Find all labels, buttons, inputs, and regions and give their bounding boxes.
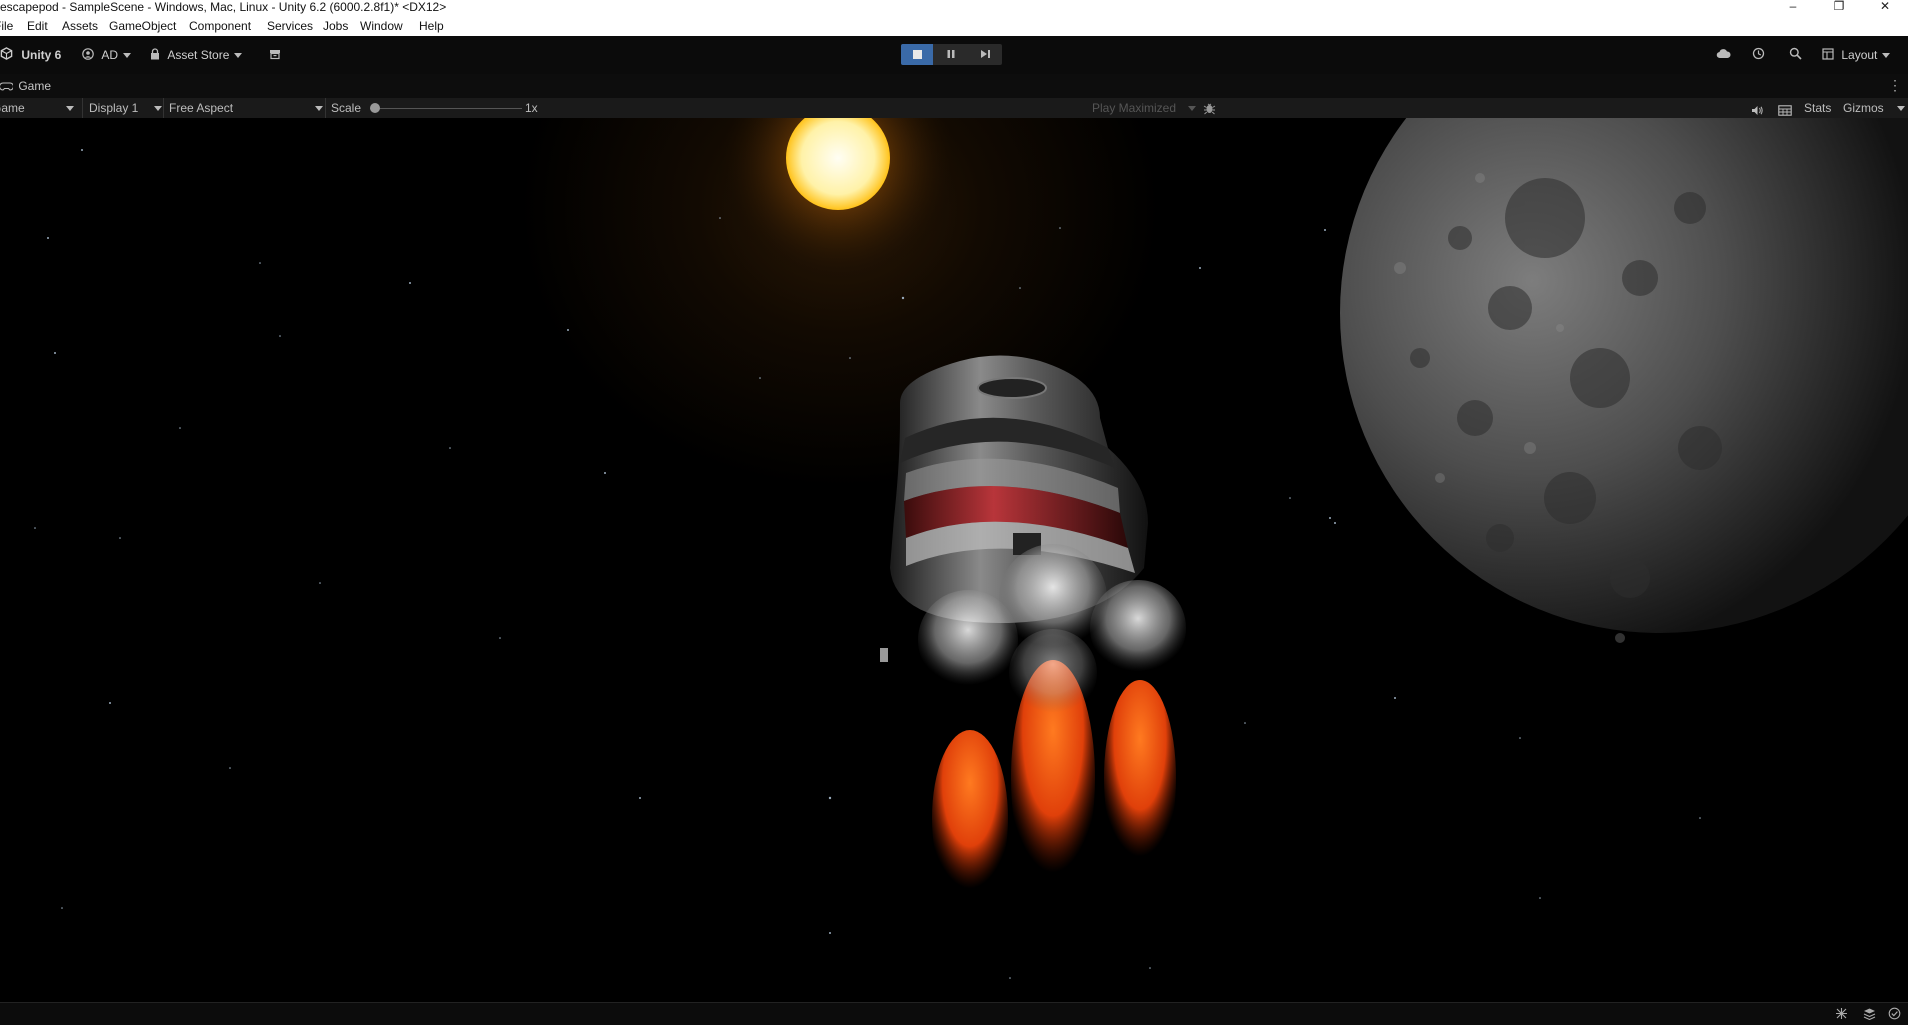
chevron-down-icon [154,106,162,111]
pause-button[interactable] [935,44,967,65]
shortcuts-button[interactable] [1778,98,1794,118]
maximize-button[interactable]: ❐ [1818,0,1860,16]
tab-options-button[interactable]: ⋮ [1888,77,1902,94]
menu-edit[interactable]: Edit [27,16,48,36]
kebab-menu-icon: ⋮ [1888,77,1902,93]
layout-label: Layout [1841,48,1878,62]
tab-game-label: Game [18,79,52,93]
chevron-down-icon [66,106,74,111]
frame-debugger-button[interactable] [1203,98,1219,118]
chevron-down-icon [234,53,243,59]
slider-thumb[interactable] [370,103,380,113]
menu-jobs[interactable]: Jobs [323,16,348,36]
view-mode-dropdown[interactable]: Game [0,98,76,118]
chevron-down-icon [1188,106,1196,111]
close-button[interactable]: ✕ [1864,0,1906,16]
play-stop-button[interactable] [901,44,933,65]
layout-dropdown[interactable]: Layout [1822,47,1891,64]
mute-audio-button[interactable] [1751,98,1767,118]
play-maximized-dropdown[interactable]: Play Maximized [1092,98,1196,118]
chevron-down-icon [315,106,323,111]
chevron-down-icon [1897,106,1905,111]
menu-file[interactable]: File [0,16,13,36]
aspect-dropdown[interactable]: Free Aspect [169,98,323,118]
game-scene [34,118,1908,979]
search-button[interactable] [1789,47,1802,63]
window-title: escapepod - SampleScene - Windows, Mac, … [0,0,447,14]
status-bar [0,1002,1908,1025]
cloud-button[interactable] [1716,47,1731,63]
package-icon [269,48,281,64]
unity-label: Unity 6 [21,48,62,62]
cloud-icon [1716,48,1731,62]
menu-window[interactable]: Window [360,16,403,36]
stats-button[interactable]: Stats [1804,98,1831,118]
chevron-down-icon [1882,53,1891,59]
divider [163,98,164,118]
search-icon [1789,47,1802,63]
gizmos-label: Gizmos [1843,101,1884,115]
view-mode-label: Game [0,101,25,115]
play-controls [901,44,1002,65]
stop-icon [912,50,922,59]
moon [1340,118,1908,643]
slider-track [370,108,522,109]
display-label: Display 1 [89,101,139,115]
minimize-button[interactable]: – [1772,0,1814,16]
unity-logo-icon [0,47,13,64]
layout-icon [1822,48,1834,64]
step-button[interactable] [969,44,1001,65]
menu-bar: File Edit Assets GameObject Component Se… [0,16,1908,36]
asset-store-label: Asset Store [167,48,230,62]
history-button[interactable] [1752,47,1765,63]
menu-gameobject[interactable]: GameObject [109,16,176,36]
scale-value: 1x [525,101,538,115]
menu-help[interactable]: Help [419,16,444,36]
package-manager-button[interactable] [269,47,281,63]
scale-slider[interactable] [370,98,522,118]
network-icon[interactable] [1834,1007,1848,1021]
pause-icon [946,48,956,62]
menu-services[interactable]: Services [267,16,313,36]
tab-game[interactable]: Game [0,78,51,94]
display-dropdown[interactable]: Display 1 [89,98,162,118]
gizmos-dropdown[interactable]: Gizmos [1843,98,1905,118]
account-dropdown[interactable]: AD [82,47,132,64]
check-circle-icon[interactable] [1887,1007,1901,1021]
window-title-bar: escapepod - SampleScene - Windows, Mac, … [0,0,1908,16]
play-maximized-label: Play Maximized [1092,101,1177,115]
chevron-down-icon [123,53,132,59]
thruster-flames [918,544,1186,906]
lock-icon [150,48,160,64]
game-controller-icon [0,79,15,95]
game-view-toolbar: Game Display 1 Free Aspect Scale 1x Play… [0,98,1908,118]
sun [713,118,963,283]
scale-label: Scale [331,101,362,115]
layers-icon[interactable] [1862,1007,1876,1021]
menu-assets[interactable]: Assets [62,16,98,36]
step-icon [980,48,991,62]
history-icon [1752,47,1765,63]
asset-store-dropdown[interactable]: Asset Store [150,47,243,64]
account-label: AD [101,48,119,62]
divider [325,98,326,118]
game-viewport[interactable] [0,118,1908,1002]
unity-menu-button[interactable]: Unity 6 [0,47,61,63]
account-icon [82,48,94,64]
tab-bar: Game ⋮ [0,74,1908,98]
aspect-label: Free Aspect [169,101,234,115]
main-toolbar: Unity 6 AD Asset Store Layout [0,36,1908,74]
menu-component[interactable]: Component [189,16,251,36]
divider [82,98,83,118]
